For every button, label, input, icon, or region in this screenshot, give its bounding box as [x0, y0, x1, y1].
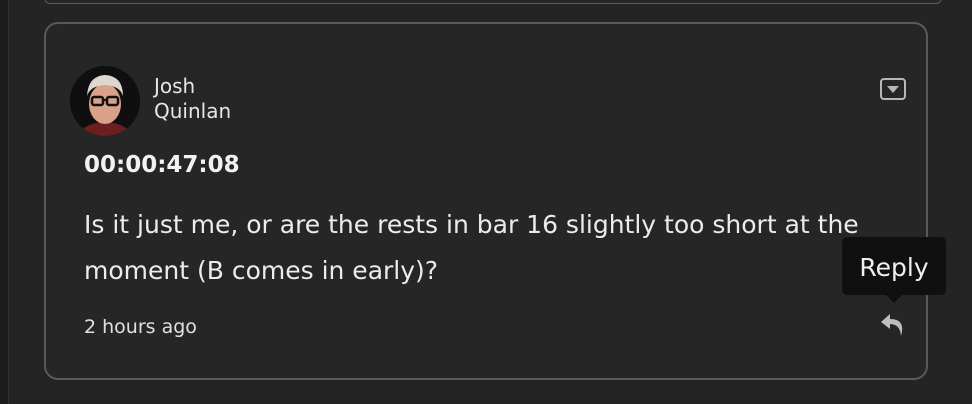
avatar-image — [70, 66, 140, 136]
previous-panel-edge — [44, 0, 942, 4]
author-name: Josh Quinlan — [154, 74, 231, 124]
reply-tooltip: Reply — [842, 237, 946, 303]
comment-menu-button[interactable] — [880, 78, 906, 100]
author-first-name: Josh — [154, 74, 196, 98]
reply-arrow-icon — [881, 314, 903, 336]
comment-timecode[interactable]: 00:00:47:08 — [84, 152, 240, 178]
dropdown-menu-icon — [880, 78, 906, 100]
comment-card: Josh Quinlan 00:00:47:08 Is it just me, … — [44, 22, 928, 380]
avatar — [70, 66, 140, 136]
author-last-name: Quinlan — [154, 99, 232, 123]
left-rail — [0, 0, 9, 404]
comment-text: Is it just me, or are the rests in bar 1… — [84, 210, 859, 285]
comment-time-ago: 2 hours ago — [84, 316, 197, 338]
reply-button[interactable] — [878, 310, 908, 340]
